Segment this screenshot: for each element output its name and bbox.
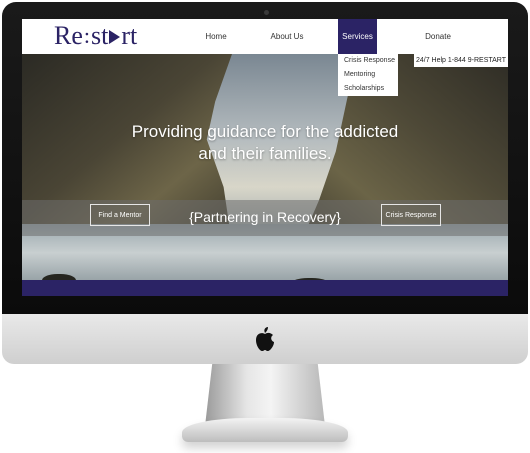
hero-headline-line-2: and their families. bbox=[198, 144, 332, 163]
apple-logo-icon bbox=[256, 327, 274, 351]
hero-tagline: {Partnering in Recovery} bbox=[189, 209, 341, 225]
camera-dot-icon bbox=[264, 10, 269, 15]
crisis-response-button[interactable]: Crisis Response bbox=[381, 204, 441, 226]
nav-donate[interactable]: Donate bbox=[420, 19, 456, 54]
logo-text-left: Re bbox=[54, 21, 83, 50]
nav-home[interactable]: Home bbox=[194, 19, 238, 54]
logo-text-tail: rt bbox=[121, 21, 138, 50]
hero-section: Providing guidance for the addicted and … bbox=[22, 54, 508, 296]
dropdown-item-crisis-response[interactable]: Crisis Response bbox=[338, 54, 398, 68]
hero-headline-line-1: Providing guidance for the addicted bbox=[131, 122, 399, 141]
site-header: Re : st rt Home About Us Services Donate bbox=[22, 19, 508, 54]
play-icon bbox=[109, 30, 121, 44]
logo-colon: : bbox=[83, 23, 91, 48]
find-mentor-button[interactable]: Find a Mentor bbox=[90, 204, 150, 226]
hero-headline: Providing guidance for the addicted and … bbox=[22, 121, 508, 165]
footer-strip bbox=[22, 280, 508, 296]
logo-text-right: st bbox=[91, 21, 109, 50]
website-screen: Re : st rt Home About Us Services Donate… bbox=[22, 19, 508, 296]
nav-about-us[interactable]: About Us bbox=[264, 19, 310, 54]
site-logo[interactable]: Re : st rt bbox=[54, 21, 137, 51]
services-dropdown: Crisis Response Mentoring Scholarships bbox=[338, 54, 398, 96]
dropdown-item-mentoring[interactable]: Mentoring bbox=[338, 68, 398, 82]
nav-services[interactable]: Services bbox=[338, 19, 377, 54]
dropdown-item-scholarships[interactable]: Scholarships bbox=[338, 82, 398, 96]
helpline-banner: 24/7 Help 1-844 9-RESTART bbox=[414, 54, 508, 67]
monitor-stand-base bbox=[182, 418, 348, 442]
monitor-stand-neck bbox=[205, 364, 325, 426]
